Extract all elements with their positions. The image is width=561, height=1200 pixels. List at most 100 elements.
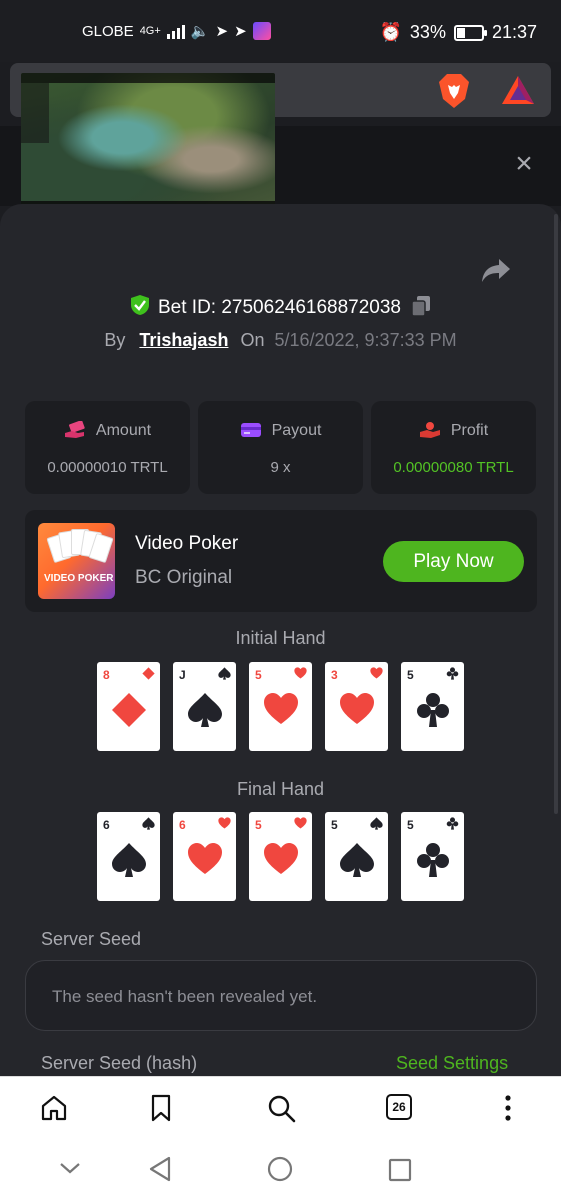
payout-value: 9 x	[270, 459, 291, 476]
club-suit-icon	[446, 667, 459, 680]
bet-id-row: Bet ID: 27506246168872038	[0, 294, 561, 319]
heart-suit-icon	[188, 843, 222, 874]
tabs-counter-button[interactable]: 26	[386, 1094, 412, 1120]
card-rank: J	[179, 668, 186, 682]
game-name: Video Poker	[135, 533, 239, 554]
spade-suit-icon	[112, 843, 146, 877]
spade-suit-icon	[340, 843, 374, 877]
playing-card: 5	[325, 812, 388, 901]
battery-icon	[453, 24, 487, 41]
video-poker-thumbnail[interactable]: VIDEO POKER	[38, 523, 115, 599]
home-circle-icon[interactable]	[267, 1156, 293, 1182]
copy-icon[interactable]	[411, 295, 431, 317]
bet-meta: By Trishajash On 5/16/2022, 9:37:33 PM	[0, 330, 561, 351]
system-navigation-bar	[0, 1140, 561, 1200]
playing-card: J	[173, 662, 236, 751]
card-icon	[240, 423, 261, 437]
bookmark-icon[interactable]	[146, 1093, 176, 1123]
share-icon[interactable]	[481, 256, 511, 284]
diamond-suit-icon	[142, 667, 155, 680]
initial-hand-title: Initial Hand	[235, 628, 326, 648]
playing-card: 5	[249, 662, 312, 751]
close-icon[interactable]: ×	[510, 149, 538, 179]
chevron-down-icon[interactable]	[58, 1160, 82, 1176]
thumbnail-text: VIDEO POKER	[44, 573, 114, 584]
initial-hand: 8 J 5 3 5	[97, 662, 467, 751]
server-seed-hash-label: Server Seed (hash)	[41, 1053, 198, 1073]
profit-card: Profit 0.00000080 TRTL	[371, 401, 536, 494]
card-rank: 5	[407, 668, 414, 682]
heart-suit-icon	[264, 693, 298, 724]
diamond-suit-icon	[112, 693, 146, 727]
payout-card: Payout 9 x	[198, 401, 363, 494]
card-rank: 6	[103, 818, 110, 832]
by-label: By	[104, 330, 126, 350]
card-rank: 3	[331, 668, 338, 682]
bet-date: 5/16/2022, 9:37:33 PM	[274, 330, 457, 350]
bet-id: Bet ID: 27506246168872038	[158, 297, 401, 318]
app-notification-icon	[252, 22, 271, 40]
bat-rewards-icon[interactable]	[500, 74, 536, 106]
spade-suit-icon	[370, 817, 383, 830]
heart-suit-icon	[218, 817, 231, 829]
network-type: 4G+	[139, 25, 161, 37]
playing-card: 5	[249, 812, 312, 901]
browser-bottom-toolbar	[0, 1076, 561, 1140]
card-rank: 8	[103, 668, 110, 682]
playing-card: 3	[325, 662, 388, 751]
back-icon[interactable]	[148, 1156, 172, 1182]
heart-suit-icon	[370, 667, 383, 679]
status-bar: GLOBE 4G+ 🔈 ➤ ➤ ⏰ 33% 21:37	[0, 0, 561, 62]
seed-settings-link[interactable]: Seed Settings	[396, 1053, 508, 1074]
payout-label: Payout	[271, 422, 322, 439]
server-seed-label: Server Seed	[41, 929, 142, 949]
amount-value: 0.00000010 TRTL	[47, 459, 168, 476]
more-menu-icon[interactable]	[493, 1093, 523, 1123]
card-rank: 5	[255, 668, 262, 682]
heart-suit-icon	[264, 843, 298, 874]
amount-label: Amount	[95, 422, 152, 439]
game-provider: BC Original	[135, 567, 233, 588]
heart-suit-icon	[294, 817, 307, 829]
recents-icon[interactable]	[388, 1158, 412, 1182]
battery-percent: 33%	[409, 22, 446, 42]
card-rank: 6	[179, 818, 186, 832]
spade-suit-icon	[218, 667, 231, 680]
club-suit-icon	[446, 817, 459, 830]
user-link[interactable]: Trishajash	[139, 330, 228, 350]
home-icon[interactable]	[39, 1093, 69, 1123]
alarm-icon: ⏰	[379, 22, 402, 42]
brave-lion-icon[interactable]	[438, 73, 470, 109]
server-seed-field[interactable]: The seed hasn't been revealed yet.	[25, 960, 537, 1031]
playing-card: 5	[401, 812, 464, 901]
telegram-icon: ➤	[215, 23, 229, 40]
final-hand: 6 6 5 5 5	[97, 812, 467, 901]
profit-label: Profit	[450, 422, 489, 439]
hand-coin-icon	[419, 422, 440, 438]
card-rank: 5	[255, 818, 262, 832]
server-seed-placeholder: The seed hasn't been revealed yet.	[52, 987, 318, 1006]
on-label: On	[240, 330, 265, 350]
amount-card: Amount 0.00000010 TRTL	[25, 401, 190, 494]
telegram-icon-2: ➤	[234, 23, 247, 40]
pip-video[interactable]	[21, 73, 275, 217]
playing-card: 6	[173, 812, 236, 901]
playing-card: 6	[97, 812, 160, 901]
club-suit-icon	[417, 693, 449, 727]
search-icon[interactable]	[266, 1093, 296, 1123]
card-rank: 5	[407, 818, 414, 832]
signal-icon	[166, 23, 185, 39]
money-hand-icon	[64, 420, 85, 438]
club-suit-icon	[417, 843, 449, 877]
spade-suit-icon	[188, 693, 222, 727]
card-rank: 5	[331, 818, 338, 832]
profit-value: 0.00000080 TRTL	[393, 459, 514, 476]
verified-shield-icon	[131, 295, 149, 315]
clock: 21:37	[491, 22, 537, 42]
play-now-button[interactable]: Play Now	[383, 541, 524, 582]
volume-icon: 🔈	[190, 23, 210, 40]
heart-suit-icon	[294, 667, 307, 679]
final-hand-title: Final Hand	[236, 779, 325, 799]
heart-suit-icon	[340, 693, 374, 724]
spade-suit-icon	[142, 817, 155, 830]
